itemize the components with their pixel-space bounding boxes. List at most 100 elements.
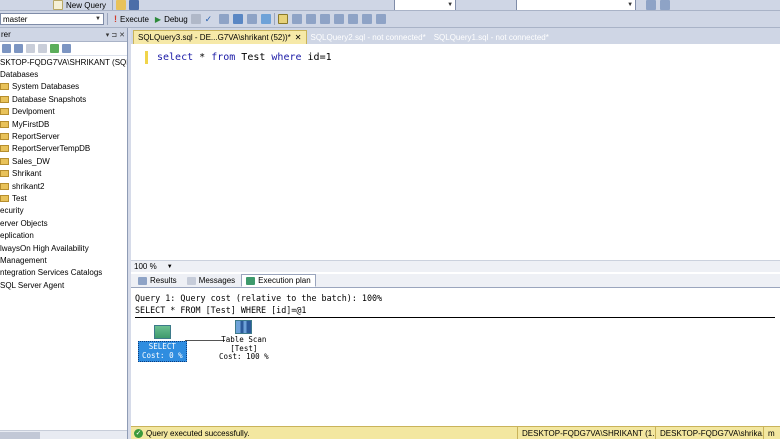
tree-node-shrikant[interactable]: Shrikant (0, 168, 127, 180)
database-icon (0, 120, 9, 128)
success-check-icon: ✓ (134, 428, 143, 438)
close-icon[interactable]: ✕ (119, 31, 125, 39)
tree-node-management[interactable]: Management (0, 254, 127, 266)
live-stats-icon[interactable] (291, 14, 302, 24)
outdent-icon[interactable] (361, 14, 372, 24)
execution-plan-pane: Query 1: Query cost (relative to the bat… (131, 288, 780, 426)
object-explorer-toolbar (0, 42, 127, 56)
tree-node-devlpoment[interactable]: Devlpoment (0, 106, 127, 118)
toolbox-icon[interactable] (660, 0, 671, 10)
execute-button[interactable]: ! Execute (111, 12, 152, 26)
standard-toolbar: New Query ▼ ▼ (0, 0, 780, 11)
new-query-button[interactable]: New Query (50, 0, 109, 10)
pin-icon[interactable]: ▾ (106, 31, 110, 39)
tree-node-test[interactable]: Test (0, 192, 127, 204)
tree-node-reportserver[interactable]: ReportServer (0, 130, 127, 142)
refresh-icon[interactable] (50, 44, 59, 53)
status-message: ✓ Query executed successfully. (134, 428, 250, 438)
sql-code-editor[interactable]: select * from Test where id=1 (131, 46, 780, 258)
tree-node-server-objects[interactable]: erver Objects (0, 217, 127, 229)
database-select[interactable]: master ▼ (0, 13, 104, 25)
results-to-text-icon[interactable] (305, 14, 316, 24)
debug-button[interactable]: ▶ Debug (152, 12, 191, 26)
save-icon[interactable] (129, 0, 140, 10)
tree-node-reportservertempdb[interactable]: ReportServerTempDB (0, 143, 127, 155)
tree-node-databases[interactable]: Databases (0, 68, 127, 80)
plan-query-header: Query 1: Query cost (relative to the bat… (135, 292, 775, 318)
tab-sqlquery1[interactable]: SQLQuery1.sql - not connected* (430, 30, 553, 44)
scrollbar-thumb[interactable] (0, 432, 40, 439)
solution-config-combo[interactable]: ▼ (394, 0, 457, 10)
tab-messages[interactable]: Messages (183, 274, 239, 287)
disconnect-icon[interactable] (14, 44, 23, 53)
tab-sqlquery3[interactable]: SQLQuery3.sql - DE...G7VA\shrikant (52))… (133, 30, 307, 44)
tree-node-sql-server-agent[interactable]: SQL Server Agent (0, 279, 127, 291)
collapse-icon[interactable] (62, 44, 71, 53)
database-icon (0, 170, 9, 178)
plan-sql-line: SELECT * FROM [Test] WHERE [id]=@1 (135, 305, 307, 315)
tree-node-security[interactable]: ecurity (0, 205, 127, 217)
toolbar-separator (273, 13, 275, 25)
plan-node-table-scan[interactable]: Table Scan [Test] Cost: 100 % (219, 320, 269, 362)
tree-node-alwayson[interactable]: lwaysOn High Availability (0, 242, 127, 254)
tree-node-sales-dw[interactable]: Sales_DW (0, 155, 127, 167)
object-explorer-header: rer ▾ ⊐ ✕ (0, 28, 127, 42)
tree-node-database-snapshots[interactable]: Database Snapshots (0, 93, 127, 105)
new-query-icon (53, 0, 63, 10)
display-plan-icon[interactable] (232, 14, 243, 24)
comment-icon[interactable] (333, 14, 344, 24)
results-to-grid-icon[interactable] (218, 14, 229, 24)
parse-check-icon[interactable]: ✓ (205, 14, 215, 24)
toolbar-separator (112, 0, 114, 10)
include-plan-icon[interactable] (260, 14, 271, 24)
properties-icon[interactable] (646, 0, 657, 10)
horizontal-scrollbar[interactable] (0, 430, 127, 439)
editor-gutter (131, 46, 143, 258)
tree-node-replication[interactable]: eplication (0, 229, 127, 241)
result-tabs: Results Messages Execution plan (131, 274, 780, 288)
status-database: m (763, 426, 780, 439)
stop-icon[interactable] (190, 14, 201, 24)
close-tab-icon[interactable]: ✕ (295, 33, 302, 42)
status-user: DESKTOP-FQDG7VA\shrika... (655, 426, 763, 439)
select-node-label: SELECT Cost: 0 % (138, 341, 187, 362)
query-options-icon[interactable] (246, 14, 257, 24)
editor-zoom-bar: 100 % ▼ (131, 260, 780, 272)
document-tabs: SQLQuery3.sql - DE...G7VA\shrikant (52))… (131, 28, 780, 44)
database-icon (0, 157, 9, 165)
chevron-down-icon: ▼ (95, 16, 101, 22)
open-file-icon[interactable] (116, 0, 127, 10)
chevron-down-icon: ▼ (166, 263, 173, 270)
tree-node-system-databases[interactable]: System Databases (0, 81, 127, 93)
results-to-file-icon[interactable] (319, 14, 330, 24)
connect-icon[interactable] (2, 44, 11, 53)
plan-cost-line: Query 1: Query cost (relative to the bat… (135, 293, 383, 303)
database-value: master (3, 14, 28, 24)
auto-hide-icon[interactable]: ⊐ (111, 31, 117, 39)
tree-node-shrikant2[interactable]: shrikant2 (0, 180, 127, 192)
select-operator-icon (153, 325, 171, 339)
plan-graph: SELECT Cost: 0 % Table Scan [Test] Cost:… (135, 316, 335, 376)
include-plan-toggle-icon[interactable] (277, 14, 288, 24)
query-editor-area: SQLQuery3.sql - DE...G7VA\shrikant (52))… (131, 28, 780, 426)
object-explorer-panel: rer ▾ ⊐ ✕ SKTOP-FQDG7VA\SHRIKANT (SQL S … (0, 28, 128, 439)
query-status-bar: ✓ Query executed successfully. DESKTOP-F… (131, 426, 780, 439)
indent-icon[interactable] (375, 14, 386, 24)
tree-node-myfirstdb[interactable]: MyFirstDB (0, 118, 127, 130)
tab-results[interactable]: Results (134, 274, 181, 287)
find-combo[interactable]: ▼ (516, 0, 637, 10)
folder-icon (0, 83, 9, 91)
tree-node-integration-services[interactable]: ntegration Services Catalogs (0, 267, 127, 279)
execution-plan-icon (246, 276, 256, 285)
uncomment-icon[interactable] (347, 14, 358, 24)
plan-node-select[interactable]: SELECT Cost: 0 % (138, 325, 187, 362)
tree-node-server[interactable]: SKTOP-FQDG7VA\SHRIKANT (SQL S (0, 56, 127, 68)
filter-icon[interactable] (38, 44, 47, 53)
database-icon (0, 108, 9, 116)
tab-sqlquery2[interactable]: SQLQuery2.sql - not connected* (307, 30, 430, 44)
zoom-select[interactable]: 100 % ▼ (134, 262, 173, 271)
stop-icon[interactable] (26, 44, 35, 53)
database-icon (0, 133, 9, 141)
execute-icon: ! (114, 14, 117, 24)
tab-execution-plan[interactable]: Execution plan (241, 274, 316, 287)
